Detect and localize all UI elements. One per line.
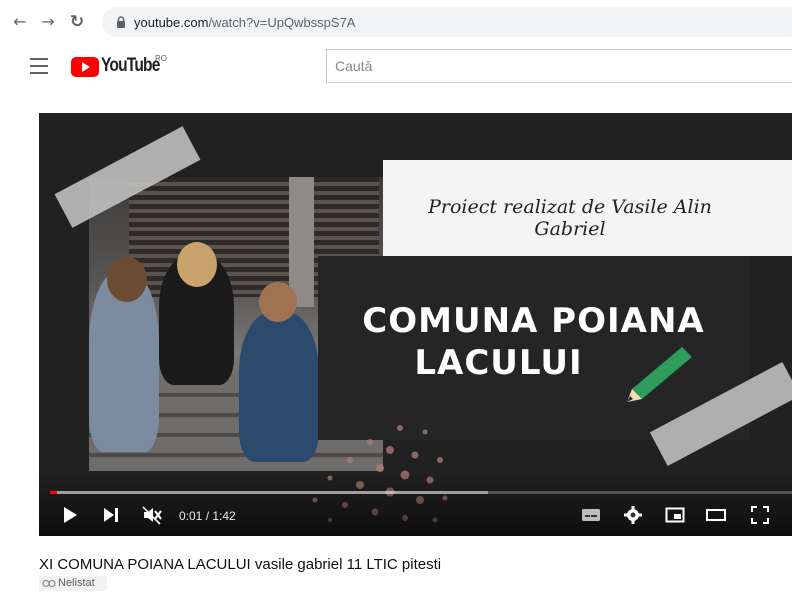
unlisted-label: Nelistat: [58, 577, 95, 589]
lock-icon: [117, 16, 125, 28]
play-icon[interactable]: [60, 505, 80, 525]
slide-byline: Proiect realizat de Vasile Alin Gabriel: [428, 196, 712, 240]
theater-mode-icon[interactable]: [706, 505, 726, 525]
menu-icon[interactable]: [30, 58, 48, 74]
pencil-icon: [627, 347, 692, 402]
time-display: 0:01 / 1:42: [179, 509, 236, 523]
progress-played: [50, 491, 58, 494]
country-code: RO: [155, 54, 167, 63]
youtube-logo-icon[interactable]: [71, 57, 99, 77]
subtitles-icon[interactable]: [581, 505, 601, 525]
fullscreen-icon[interactable]: [750, 505, 770, 525]
video-title: XI COMUNA POIANA LACULUI vasile gabriel …: [39, 556, 442, 573]
muted-volume-icon[interactable]: [142, 505, 162, 525]
next-icon[interactable]: [101, 505, 121, 525]
miniplayer-icon[interactable]: [665, 505, 685, 525]
back-arrow-icon[interactable]: ←: [10, 12, 30, 32]
link-icon: [42, 579, 56, 588]
url-text[interactable]: youtube.com/watch?v=UpQwbsspS7A: [134, 15, 355, 30]
reload-icon[interactable]: ↻: [67, 12, 87, 32]
settings-gear-icon[interactable]: [623, 505, 643, 525]
forward-arrow-icon[interactable]: →: [38, 12, 58, 32]
youtube-wordmark[interactable]: YouTube: [101, 55, 160, 77]
search-placeholder: Caută: [335, 58, 373, 74]
progress-buffered: [50, 491, 488, 494]
search-input[interactable]: [326, 49, 792, 83]
controls-gradient: [39, 470, 792, 536]
